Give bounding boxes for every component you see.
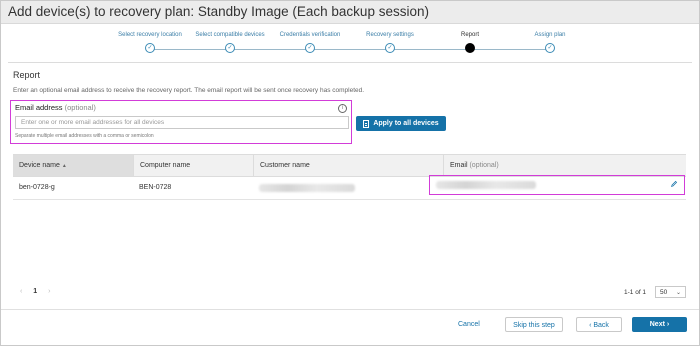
next-button[interactable]: Next › <box>632 317 687 332</box>
next-page-button[interactable]: › <box>48 288 50 295</box>
results-range: 1-1 of 1 <box>624 289 647 296</box>
next-label: Next <box>649 321 665 328</box>
column-email[interactable]: Email (optional) <box>443 155 686 176</box>
pagination: ‹ 1 › <box>20 288 60 295</box>
column-label: Customer name <box>260 162 310 169</box>
wizard-stepper: Select recovery location ✓ Select compat… <box>0 30 700 60</box>
column-computer-name[interactable]: Computer name <box>133 155 253 176</box>
email-input[interactable] <box>15 116 349 129</box>
footer-divider <box>1 309 699 310</box>
email-label-text: Email address <box>15 103 63 112</box>
current-step-dot-icon <box>465 43 475 53</box>
email-value-redacted <box>436 181 536 189</box>
column-label: Computer name <box>140 162 191 169</box>
chevron-left-icon: ‹ <box>589 322 592 329</box>
column-label: Email <box>450 162 468 169</box>
check-icon: ✓ <box>145 43 155 53</box>
optional-tag: (optional) <box>469 162 499 169</box>
back-button[interactable]: ‹ Back <box>576 317 622 332</box>
check-icon: ✓ <box>545 43 555 53</box>
document-icon <box>363 119 370 128</box>
cell-customer-name-redacted <box>259 184 355 192</box>
table-header: Device name ▲ Computer name Customer name… <box>13 154 686 177</box>
column-label: Device name <box>19 162 60 169</box>
check-icon: ✓ <box>225 43 235 53</box>
per-page-select[interactable]: 50 ⌄ <box>655 286 686 298</box>
check-icon: ✓ <box>305 43 315 53</box>
column-device-name[interactable]: Device name ▲ <box>13 155 133 176</box>
dialog-title: Add device(s) to recovery plan: Standby … <box>8 4 429 19</box>
prev-page-button[interactable]: ‹ <box>20 288 22 295</box>
pencil-icon[interactable] <box>670 180 678 188</box>
chevron-right-icon: › <box>666 321 670 328</box>
email-label: Email address (optional) <box>15 103 96 112</box>
skip-step-button[interactable]: Skip this step <box>505 317 563 332</box>
check-icon: ✓ <box>385 43 395 53</box>
back-label: Back <box>593 322 609 329</box>
apply-button-label: Apply to all devices <box>373 120 439 127</box>
divider <box>8 62 692 63</box>
email-hint: Separate multiple email addresses with a… <box>15 133 154 139</box>
current-page[interactable]: 1 <box>33 288 37 295</box>
email-field-group: Email address (optional) i Separate mult… <box>10 100 352 144</box>
optional-tag: (optional) <box>64 103 96 112</box>
per-page-value: 50 <box>660 289 668 296</box>
section-heading: Report <box>13 70 41 80</box>
step-assign-plan[interactable]: Assign plan ✓ <box>495 30 605 53</box>
cell-computer-name: BEN-0728 <box>139 184 172 191</box>
row-email-field[interactable] <box>429 175 685 195</box>
apply-to-all-devices-button[interactable]: Apply to all devices <box>356 116 446 131</box>
title-bar: Add device(s) to recovery plan: Standby … <box>1 1 699 24</box>
chevron-down-icon: ⌄ <box>675 290 681 296</box>
section-description: Enter an optional email address to recei… <box>13 87 365 94</box>
sort-ascending-icon: ▲ <box>61 163 67 169</box>
step-label: Assign plan <box>534 32 566 38</box>
column-customer-name[interactable]: Customer name <box>253 155 443 176</box>
cancel-button[interactable]: Cancel <box>458 321 480 328</box>
info-icon[interactable]: i <box>338 104 347 113</box>
cell-device-name: ben-0728-g <box>19 184 55 191</box>
